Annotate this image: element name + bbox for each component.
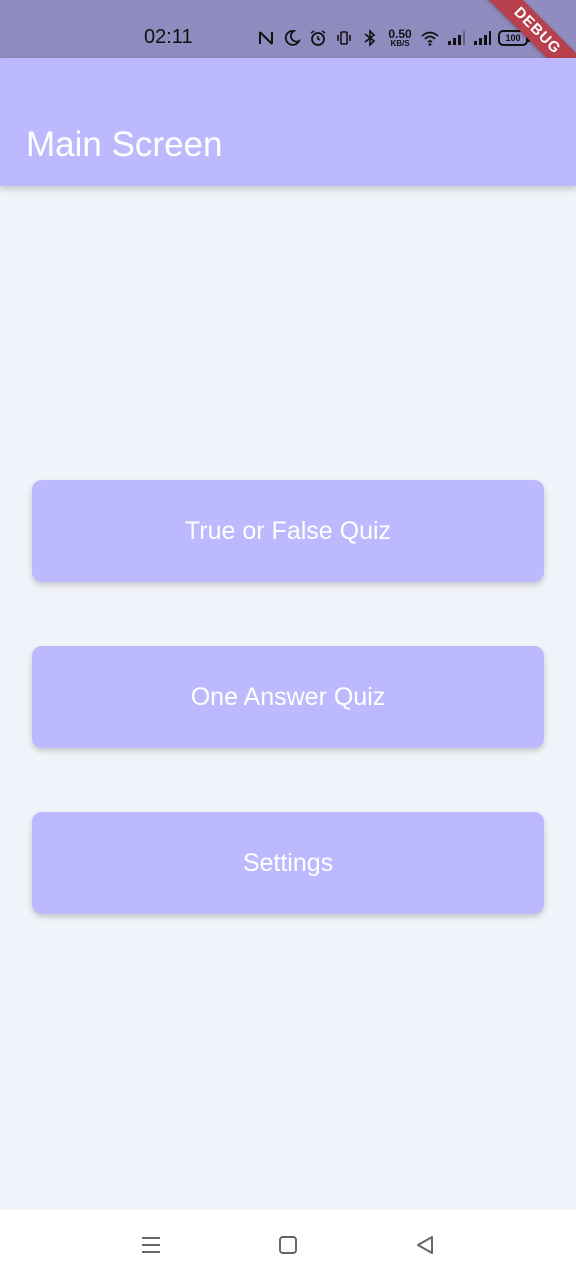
settings-button[interactable]: Settings <box>32 812 544 914</box>
alarm-icon <box>308 28 328 48</box>
status-bar: 02:11 0.50 KB/S 100 DEBUG <box>0 0 576 100</box>
page-title: Main Screen <box>26 125 223 164</box>
bluetooth-icon <box>360 28 380 48</box>
home-icon[interactable] <box>275 1232 301 1258</box>
signal-icon <box>472 28 492 48</box>
true-or-false-quiz-button[interactable]: True or False Quiz <box>32 480 544 582</box>
status-icons: 0.50 KB/S 100 <box>256 24 531 52</box>
one-answer-quiz-button[interactable]: One Answer Quiz <box>32 646 544 748</box>
recents-icon[interactable] <box>138 1232 164 1258</box>
vibrate-icon <box>334 28 354 48</box>
net-speed: 0.50 KB/S <box>386 26 414 48</box>
app-bar: Main Screen <box>0 58 576 186</box>
nfc-icon <box>256 28 276 48</box>
status-time: 02:11 <box>144 26 193 48</box>
signal-icon <box>446 28 466 48</box>
net-speed-unit: KB/S <box>390 38 410 48</box>
back-icon[interactable] <box>412 1232 438 1258</box>
wifi-icon <box>420 28 440 48</box>
system-nav-bar <box>0 1210 576 1280</box>
net-speed-value: 0.50 <box>388 26 412 41</box>
moon-icon <box>282 28 302 48</box>
